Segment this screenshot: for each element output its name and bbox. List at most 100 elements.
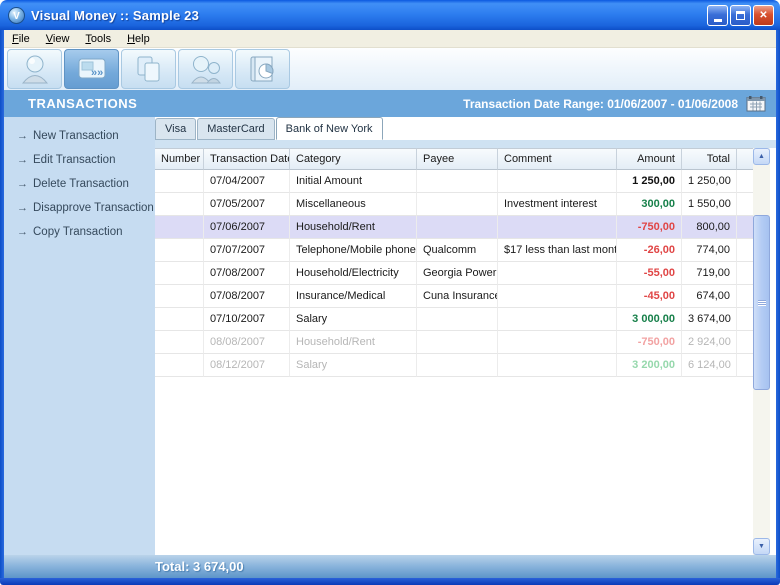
table-row[interactable]: 07/05/2007MiscellaneousInvestment intere… xyxy=(155,193,753,216)
table-row[interactable]: 08/12/2007Salary3 200,006 124,00 xyxy=(155,354,753,377)
tab-visa[interactable]: Visa xyxy=(155,118,196,140)
people-icon xyxy=(188,52,224,86)
cell-comment xyxy=(498,262,617,285)
maximize-button[interactable] xyxy=(730,5,751,26)
cell-payee xyxy=(417,354,498,377)
copy-documents-icon xyxy=(131,52,167,86)
app-window: V Visual Money :: Sample 23 ✕ FileViewTo… xyxy=(0,0,780,585)
cell-filler xyxy=(737,239,753,262)
minimize-button[interactable] xyxy=(707,5,728,26)
cell-total: 719,00 xyxy=(682,262,737,285)
arrow-icon: → xyxy=(17,154,33,166)
cell-total: 2 924,00 xyxy=(682,331,737,354)
cell-total: 774,00 xyxy=(682,239,737,262)
toolbar-button-payees[interactable] xyxy=(178,49,233,89)
cell-number xyxy=(155,170,204,193)
close-button[interactable]: ✕ xyxy=(753,5,774,26)
vertical-scrollbar[interactable]: ▲ ▼ xyxy=(753,148,770,555)
column-header-comment[interactable]: Comment xyxy=(498,148,617,170)
window-title: Visual Money :: Sample 23 xyxy=(31,8,199,23)
column-header-category[interactable]: Category xyxy=(290,148,417,170)
cell-total: 3 674,00 xyxy=(682,308,737,331)
menu-tools[interactable]: Tools xyxy=(77,32,119,46)
scrollbar-thumb[interactable] xyxy=(753,215,770,390)
cell-amount: 3 200,00 xyxy=(617,354,682,377)
close-icon: ✕ xyxy=(759,10,767,21)
cell-category: Miscellaneous xyxy=(290,193,417,216)
menu-view[interactable]: View xyxy=(38,32,78,46)
cell-date: 07/10/2007 xyxy=(204,308,290,331)
cell-total: 800,00 xyxy=(682,216,737,239)
cell-category: Household/Rent xyxy=(290,216,417,239)
cell-number xyxy=(155,193,204,216)
cell-category: Telephone/Mobile phone xyxy=(290,239,417,262)
tab-bank-of-new-york[interactable]: Bank of New York xyxy=(276,117,383,140)
total-label: Total: 3 674,00 xyxy=(155,559,244,574)
cell-date: 07/08/2007 xyxy=(204,285,290,308)
scroll-down-button[interactable]: ▼ xyxy=(753,538,770,555)
table-row[interactable]: 07/08/2007Household/ElectricityGeorgia P… xyxy=(155,262,753,285)
cell-payee xyxy=(417,331,498,354)
sidebar-item-label: New Transaction xyxy=(33,130,119,142)
column-header-payee[interactable]: Payee xyxy=(417,148,498,170)
sidebar-item-disapprove-transaction[interactable]: →Disapprove Transaction xyxy=(17,200,155,216)
sidebar-item-new-transaction[interactable]: →New Transaction xyxy=(17,128,155,144)
cell-amount: -45,00 xyxy=(617,285,682,308)
cell-payee xyxy=(417,308,498,331)
transaction-card-icon: »» xyxy=(74,52,110,86)
sidebar-item-label: Edit Transaction xyxy=(33,154,115,166)
maximize-icon xyxy=(736,11,745,20)
cell-comment xyxy=(498,354,617,377)
cell-filler xyxy=(737,285,753,308)
window-border-right xyxy=(776,30,780,578)
titlebar: V Visual Money :: Sample 23 ✕ xyxy=(0,0,780,30)
menu-help[interactable]: Help xyxy=(119,32,158,46)
table-row[interactable]: 07/08/2007Insurance/MedicalCuna Insuranc… xyxy=(155,285,753,308)
toolbar-button-accounts[interactable] xyxy=(7,49,62,89)
table-row[interactable]: 08/08/2007Household/Rent-750,002 924,00 xyxy=(155,331,753,354)
cell-category: Initial Amount xyxy=(290,170,417,193)
cell-comment xyxy=(498,170,617,193)
cell-amount: -55,00 xyxy=(617,262,682,285)
cell-filler xyxy=(737,354,753,377)
table-row[interactable]: 07/10/2007Salary3 000,003 674,00 xyxy=(155,308,753,331)
window-border-left xyxy=(0,30,4,578)
calendar-icon[interactable] xyxy=(746,96,766,112)
table-row[interactable]: 07/07/2007Telephone/Mobile phoneQualcomm… xyxy=(155,239,753,262)
app-logo-icon: V xyxy=(8,7,25,24)
table-row[interactable]: 07/06/2007Household/Rent-750,00800,00 xyxy=(155,216,753,239)
cell-amount: 3 000,00 xyxy=(617,308,682,331)
toolbar-button-scheduled[interactable] xyxy=(121,49,176,89)
page-title: TRANSACTIONS xyxy=(28,96,137,111)
cell-payee xyxy=(417,216,498,239)
column-header-amount[interactable]: Amount xyxy=(617,148,682,170)
table-row[interactable]: 07/04/2007Initial Amount1 250,001 250,00 xyxy=(155,170,753,193)
column-header-number[interactable]: Number xyxy=(155,148,204,170)
column-header-total[interactable]: Total xyxy=(682,148,737,170)
arrow-icon: → xyxy=(17,202,33,214)
cell-comment: Investment interest xyxy=(498,193,617,216)
sidebar: →New Transaction→Edit Transaction→Delete… xyxy=(4,117,155,555)
menu-file[interactable]: File xyxy=(4,32,38,46)
sidebar-item-label: Delete Transaction xyxy=(33,178,129,190)
cell-filler xyxy=(737,331,753,354)
menubar: FileViewToolsHelp xyxy=(4,30,776,48)
cell-amount: 300,00 xyxy=(617,193,682,216)
main-panel: VisaMasterCardBank of New York NumberTra… xyxy=(155,117,776,555)
toolbar-button-transactions[interactable]: »» xyxy=(64,49,119,89)
section-banner: TRANSACTIONS Transaction Date Range: 01/… xyxy=(4,90,776,117)
cell-total: 674,00 xyxy=(682,285,737,308)
cell-payee: Qualcomm xyxy=(417,239,498,262)
cell-payee: Georgia Power xyxy=(417,262,498,285)
sidebar-item-copy-transaction[interactable]: →Copy Transaction xyxy=(17,224,155,240)
column-header-transaction-date[interactable]: Transaction Date xyxy=(204,148,290,170)
cell-date: 08/12/2007 xyxy=(204,354,290,377)
sidebar-item-delete-transaction[interactable]: →Delete Transaction xyxy=(17,176,155,192)
tab-mastercard[interactable]: MasterCard xyxy=(197,118,274,140)
cell-number xyxy=(155,239,204,262)
cell-number xyxy=(155,308,204,331)
sidebar-item-edit-transaction[interactable]: →Edit Transaction xyxy=(17,152,155,168)
scroll-up-button[interactable]: ▲ xyxy=(753,148,770,165)
cell-amount: 1 250,00 xyxy=(617,170,682,193)
toolbar-button-reports[interactable] xyxy=(235,49,290,89)
